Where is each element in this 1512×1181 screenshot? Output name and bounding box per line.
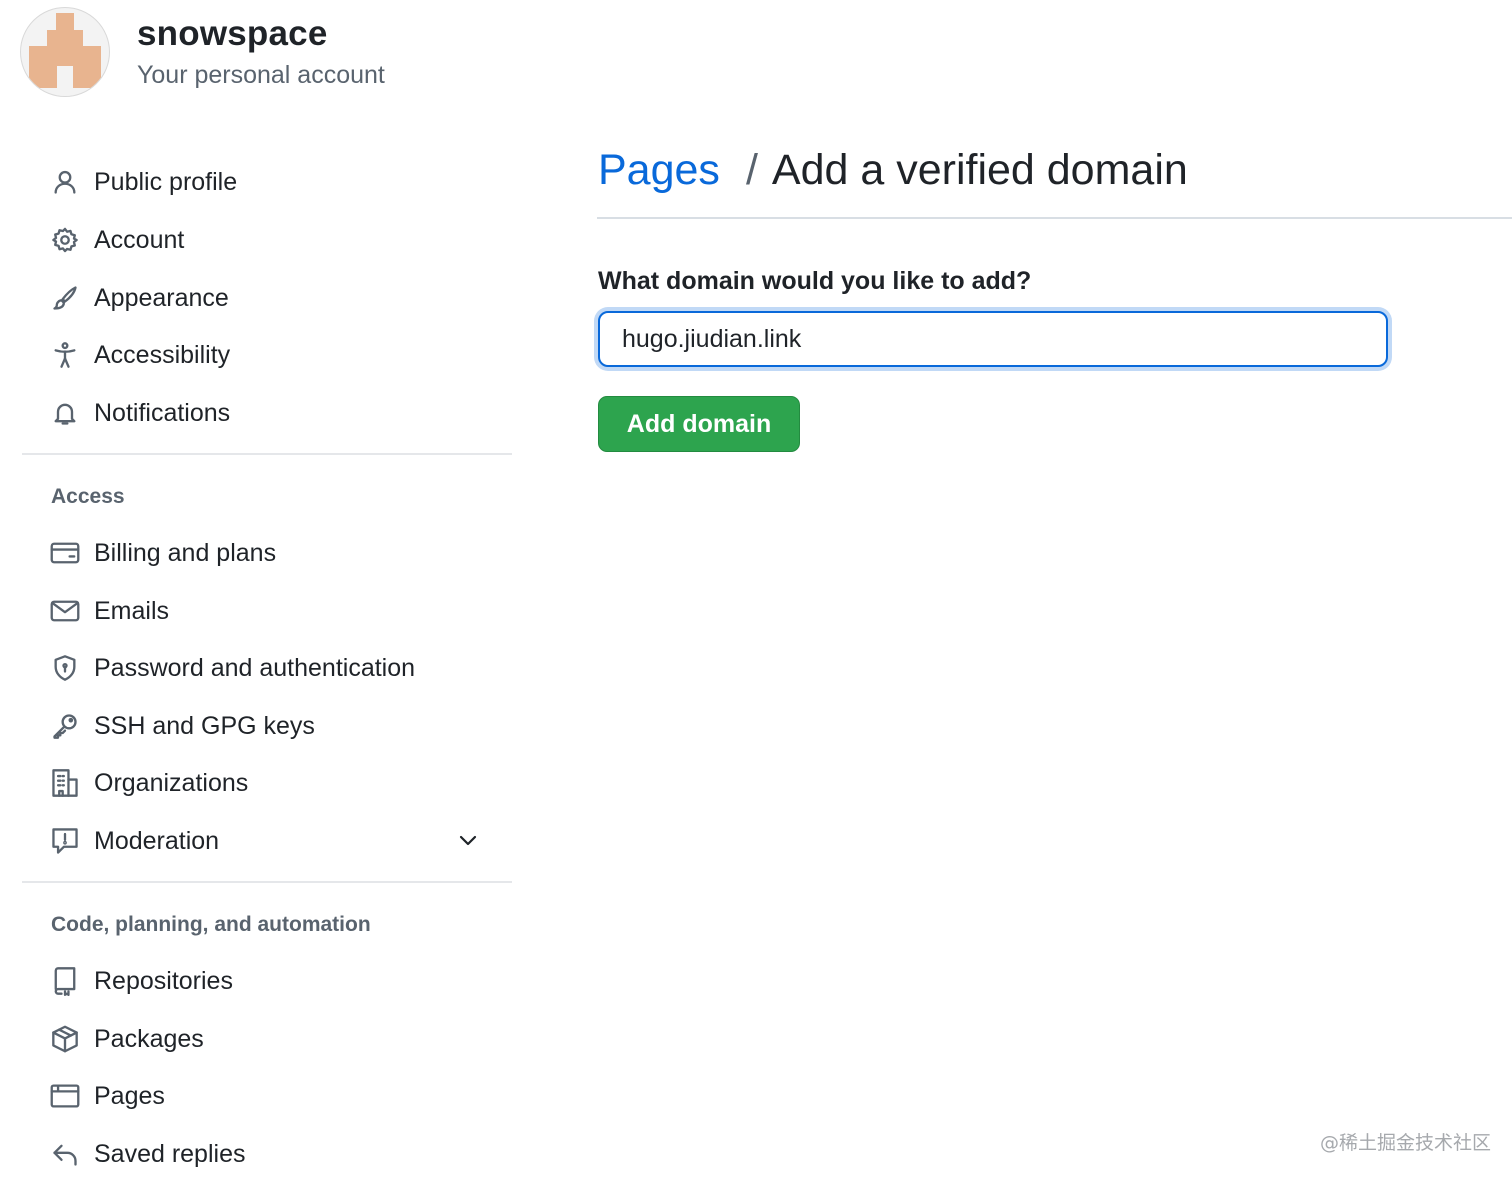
sidebar-item-label: Notifications bbox=[94, 398, 231, 427]
sidebar-item-billing[interactable]: Billing and plans bbox=[48, 531, 498, 575]
sidebar-item-repositories[interactable]: Repositories bbox=[48, 959, 498, 1003]
mail-icon bbox=[48, 594, 82, 628]
bell-icon bbox=[48, 396, 82, 430]
repo-icon bbox=[48, 964, 82, 998]
sidebar-item-saved-replies[interactable]: Saved replies bbox=[48, 1132, 498, 1176]
organization-icon bbox=[48, 766, 82, 800]
gear-icon bbox=[48, 223, 82, 257]
sidebar-item-label: Billing and plans bbox=[94, 538, 277, 567]
shield-lock-icon bbox=[48, 651, 82, 685]
sidebar-item-account[interactable]: Account bbox=[48, 218, 498, 262]
settings-page: snowspace Your personal account Public p… bbox=[0, 0, 1512, 1181]
accessibility-icon bbox=[48, 338, 82, 372]
sidebar-item-label: Repositories bbox=[94, 966, 233, 995]
sidebar-item-label: Account bbox=[94, 225, 185, 254]
package-icon bbox=[48, 1022, 82, 1056]
sidebar-item-moderation[interactable]: Moderation bbox=[48, 819, 498, 863]
sidebar-item-ssh-gpg[interactable]: SSH and GPG keys bbox=[48, 704, 498, 748]
sidebar-item-notifications[interactable]: Notifications bbox=[48, 391, 498, 435]
breadcrumb-link-pages[interactable]: Pages bbox=[598, 146, 720, 194]
sidebar-item-packages[interactable]: Packages bbox=[48, 1017, 498, 1061]
sidebar-item-label: Password and authentication bbox=[94, 653, 416, 682]
key-icon bbox=[48, 709, 82, 743]
sidebar-item-emails[interactable]: Emails bbox=[48, 589, 498, 633]
breadcrumb-separator: / bbox=[745, 146, 758, 194]
reply-icon bbox=[48, 1137, 82, 1171]
sidebar-divider bbox=[22, 881, 512, 883]
breadcrumb: Pages / Add a verified domain bbox=[598, 146, 1188, 195]
sidebar-item-label: Packages bbox=[94, 1024, 204, 1053]
title-divider bbox=[597, 217, 1512, 219]
browser-icon bbox=[48, 1079, 82, 1113]
sidebar-item-label: Emails bbox=[94, 596, 170, 625]
report-icon bbox=[48, 824, 82, 858]
sidebar-section-access: Access bbox=[51, 485, 125, 508]
page-title: Add a verified domain bbox=[771, 146, 1188, 194]
domain-input[interactable] bbox=[598, 311, 1388, 367]
sidebar-item-label: Saved replies bbox=[94, 1139, 246, 1168]
sidebar-divider bbox=[22, 453, 512, 455]
sidebar-item-appearance[interactable]: Appearance bbox=[48, 276, 498, 320]
sidebar-item-label: Organizations bbox=[94, 768, 249, 797]
sidebar-item-organizations[interactable]: Organizations bbox=[48, 761, 498, 805]
chevron-down-icon[interactable] bbox=[456, 828, 480, 857]
sidebar-item-label: Public profile bbox=[94, 167, 238, 196]
add-domain-button[interactable]: Add domain bbox=[598, 396, 800, 452]
paintbrush-icon bbox=[48, 281, 82, 315]
sidebar-item-accessibility[interactable]: Accessibility bbox=[48, 333, 498, 377]
sidebar-item-label: SSH and GPG keys bbox=[94, 711, 315, 740]
person-icon bbox=[48, 165, 82, 199]
domain-field-label: What domain would you like to add? bbox=[598, 267, 1032, 295]
sidebar-item-label: Moderation bbox=[94, 826, 220, 855]
credit-card-icon bbox=[48, 536, 82, 570]
watermark: @稀土掘金技术社区 bbox=[1320, 1132, 1492, 1154]
sidebar-item-pages[interactable]: Pages bbox=[48, 1074, 498, 1118]
sidebar-item-label: Appearance bbox=[94, 283, 229, 312]
sidebar-item-label: Pages bbox=[94, 1081, 165, 1110]
sidebar-item-public-profile[interactable]: Public profile bbox=[48, 160, 498, 204]
sidebar-item-label: Accessibility bbox=[94, 340, 231, 369]
settings-sidebar: Public profile Account Appearance Access… bbox=[0, 0, 520, 1181]
sidebar-section-code: Code, planning, and automation bbox=[51, 913, 371, 936]
sidebar-item-password[interactable]: Password and authentication bbox=[48, 646, 498, 690]
